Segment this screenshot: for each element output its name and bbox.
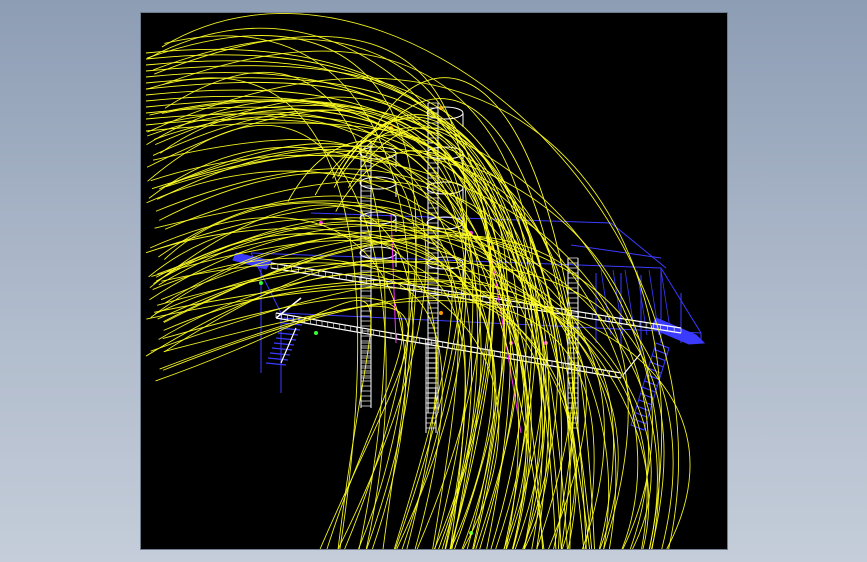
left-stair-step bbox=[273, 342, 295, 346]
left-stair-step bbox=[269, 352, 291, 356]
yellow-curve bbox=[157, 149, 482, 549]
yellow-curve bbox=[145, 89, 511, 549]
tower-platform bbox=[359, 176, 397, 190]
yellow-curve bbox=[154, 200, 466, 549]
wireframe-scene bbox=[145, 13, 706, 549]
yellow-curve bbox=[145, 118, 543, 549]
left-stair-step bbox=[271, 347, 293, 351]
yellow-curves-layer bbox=[145, 13, 691, 549]
stair-step bbox=[644, 380, 658, 387]
yellow-curve bbox=[147, 77, 663, 549]
stair-step bbox=[651, 355, 666, 362]
stair-step bbox=[630, 424, 645, 431]
accent-marker bbox=[259, 281, 263, 285]
yellow-curve bbox=[157, 233, 437, 549]
yellow-curve bbox=[163, 283, 691, 549]
yellow-curve bbox=[154, 36, 467, 549]
yellow-curve bbox=[163, 259, 466, 549]
accent-marker bbox=[314, 331, 318, 335]
left-stair-step bbox=[265, 362, 287, 366]
accent-line bbox=[390, 212, 397, 344]
cad-model-viewport[interactable] bbox=[141, 13, 727, 549]
yellow-curve bbox=[151, 240, 495, 549]
accent-marker bbox=[439, 311, 443, 315]
yellow-curve bbox=[145, 273, 443, 549]
yellow-curve bbox=[145, 122, 574, 549]
left-stair-step bbox=[275, 337, 297, 341]
left-stair-step bbox=[267, 357, 289, 361]
yellow-curve bbox=[155, 220, 658, 549]
yellow-curve bbox=[158, 223, 528, 549]
stair-step bbox=[642, 386, 656, 393]
frame-line bbox=[570, 244, 662, 259]
frame-line bbox=[610, 222, 667, 269]
